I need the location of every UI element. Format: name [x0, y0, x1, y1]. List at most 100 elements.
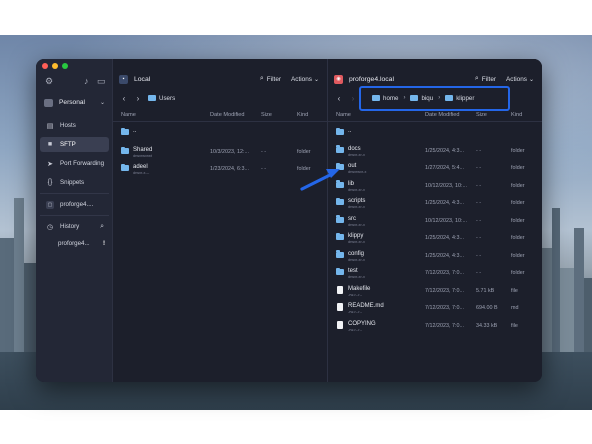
search-icon: ⌕ — [474, 75, 479, 82]
remote-filter-button[interactable]: ⌕ Filter — [475, 75, 496, 83]
folder-icon — [336, 162, 344, 170]
table-row[interactable]: lib drwxr-xr-x 10/12/2023, 10:... - - folder — [328, 178, 542, 195]
file-permissions: drwxr-xr-x — [348, 152, 365, 157]
file-name: COPYING — [348, 320, 376, 327]
table-row[interactable]: COPYING -rw-r--r-- 7/12/2023, 7:0... 34.33 … — [328, 318, 542, 335]
close-window-button[interactable] — [42, 63, 48, 69]
file-size: - - — [476, 235, 482, 241]
file-size: - - — [261, 149, 267, 155]
arrow-right-icon: ➤ — [47, 160, 53, 168]
remote-pane: ◉ proforge4.local ⌕ Filter Actions ⌄ ‹ ›… — [327, 59, 542, 382]
table-row[interactable]: docs drwxr-xr-x 1/25/2024, 4:3... - - folder — [328, 143, 542, 160]
breadcrumb-item[interactable]: Users — [148, 95, 175, 102]
table-row[interactable]: .. — [113, 125, 327, 142]
file-modified: 10/12/2023, 10:... — [425, 217, 467, 224]
column-header-size[interactable]: Size — [476, 112, 487, 118]
sidebar-item-label: SFTP — [60, 141, 76, 148]
breadcrumb-label: Users — [159, 94, 176, 102]
sidebar-item-port-forwarding[interactable]: ➤ Port Forwarding — [40, 156, 109, 171]
table-row[interactable]: config drwxr-xr-x 1/25/2024, 4:3... - - fold… — [328, 248, 542, 265]
local-filter-button[interactable]: ⌕ Filter — [260, 75, 281, 83]
file-size: - - — [476, 217, 482, 224]
file-size: - - — [476, 200, 482, 206]
file-modified: 1/25/2024, 4:3... — [425, 147, 464, 154]
remote-host-name[interactable]: proforge4.local — [349, 76, 394, 83]
file-name: config — [348, 250, 365, 257]
warning-badge: ! — [102, 240, 105, 247]
host-icon: ▢ — [46, 200, 54, 209]
column-header-kind[interactable]: Kind — [511, 112, 522, 118]
folder-icon: ■ — [47, 141, 53, 148]
folder-icon — [336, 145, 344, 153]
file-kind: folder — [511, 235, 525, 241]
back-arrow-icon[interactable]: ‹ — [332, 94, 346, 103]
terminal-icon[interactable]: ▭ — [97, 76, 106, 86]
file-permissions: drwxr-xr-x — [348, 275, 365, 279]
server-icon: ▤ — [46, 122, 54, 130]
column-header-size[interactable]: Size — [261, 112, 272, 118]
table-row[interactable]: out drwxrwxr-x 1/27/2024, 5:4... - - folder — [328, 160, 542, 177]
local-host-name[interactable]: Local — [134, 76, 150, 83]
table-row[interactable]: scripts drwxr-xr-x 1/25/2024, 4:3... - - fol… — [328, 195, 542, 212]
file-name: docs — [348, 145, 361, 152]
sidebar-divider — [40, 193, 109, 194]
local-pane-header: ▪ Local ⌕ Filter Actions ⌄ — [113, 71, 327, 87]
folder-icon — [336, 180, 344, 188]
column-header-modified[interactable]: Date Modified — [210, 112, 245, 118]
folder-icon — [336, 232, 344, 240]
file-size: - - — [476, 165, 482, 171]
sidebar-item-hosts[interactable]: ▤ Hosts — [40, 118, 109, 133]
remote-actions-button[interactable]: Actions ⌄ — [506, 76, 534, 83]
file-size: - - — [476, 182, 482, 189]
notification-icon[interactable]: ♪ — [84, 76, 89, 86]
code-braces-icon: {} — [47, 179, 53, 186]
sidebar-item-host[interactable]: ▢ proforge4.... — [40, 197, 109, 212]
file-kind: file — [511, 287, 518, 294]
forward-arrow-icon[interactable]: › — [346, 94, 360, 103]
file-name: test — [348, 268, 358, 274]
sidebar: ⚙ ♪ ▭ Personal ⌄ ▤ Hosts ■ SFTP ➤ Port F… — [36, 59, 113, 382]
app-window: ⚙ ♪ ▭ Personal ⌄ ▤ Hosts ■ SFTP ➤ Port F… — [36, 59, 542, 382]
file-permissions: drwxrwxr-x — [348, 170, 367, 174]
folder-icon — [336, 267, 344, 275]
minimize-window-button[interactable] — [52, 63, 58, 69]
local-actions-button[interactable]: Actions ⌄ — [291, 76, 319, 83]
column-header-modified[interactable]: Date Modified — [425, 112, 460, 118]
file-kind: folder — [297, 166, 311, 172]
settings-gear-icon[interactable]: ⚙ — [45, 76, 53, 86]
table-row[interactable]: .. — [328, 125, 542, 142]
column-header-kind[interactable]: Kind — [297, 112, 308, 118]
sidebar-divider — [40, 215, 109, 216]
table-row[interactable]: Makefile -rw-r--r-- 7/12/2023, 7:0... 5.71 … — [328, 283, 542, 300]
actions-label: Actions — [291, 75, 312, 83]
file-name: lib — [348, 180, 355, 187]
forward-arrow-icon[interactable]: › — [131, 94, 145, 103]
file-name: scripts — [348, 198, 366, 204]
sidebar-item-history[interactable]: ◷ History ⌕ — [40, 219, 109, 234]
file-kind: folder — [511, 200, 525, 206]
file-name: Makefile — [348, 285, 371, 292]
file-kind: folder — [297, 149, 311, 155]
building — [24, 263, 36, 358]
file-kind: folder — [511, 147, 525, 154]
file-modified: 7/12/2023, 7:0... — [425, 305, 464, 311]
table-row[interactable]: README.md -rw-r--r-- 7/12/2023, 7:0... 694.… — [328, 300, 542, 317]
table-row[interactable]: adeel drwxr-x--- 1/23/2024, 6:3... - - f… — [113, 161, 327, 178]
sidebar-item-sftp[interactable]: ■ SFTP — [40, 137, 109, 152]
filter-label: Filter — [266, 75, 281, 83]
table-row[interactable]: src drwxr-xr-x 10/12/2023, 10:... - - folder — [328, 213, 542, 230]
column-header-name[interactable]: Name — [336, 112, 351, 118]
table-row[interactable]: test drwxr-xr-x 7/12/2023, 7:0... - - folder — [328, 265, 542, 282]
vault-selector[interactable]: Personal ⌄ — [40, 95, 109, 110]
clock-icon: ◷ — [46, 223, 54, 231]
column-header-name[interactable]: Name — [121, 112, 136, 118]
back-arrow-icon[interactable]: ‹ — [117, 94, 131, 103]
history-item[interactable]: proforge4... ! — [58, 240, 108, 247]
sidebar-item-snippets[interactable]: {} Snippets — [40, 175, 109, 190]
search-icon[interactable]: ⌕ — [100, 223, 104, 231]
sidebar-item-label: Hosts — [60, 122, 76, 129]
file-size: - - — [476, 147, 482, 154]
zoom-window-button[interactable] — [62, 63, 68, 69]
table-row[interactable]: klippy drwxr-xr-x 1/25/2024, 4:3... - - fold… — [328, 230, 542, 247]
table-row[interactable]: Shared drwxrwxrwt 10/3/2023, 12:... - - … — [113, 144, 327, 161]
